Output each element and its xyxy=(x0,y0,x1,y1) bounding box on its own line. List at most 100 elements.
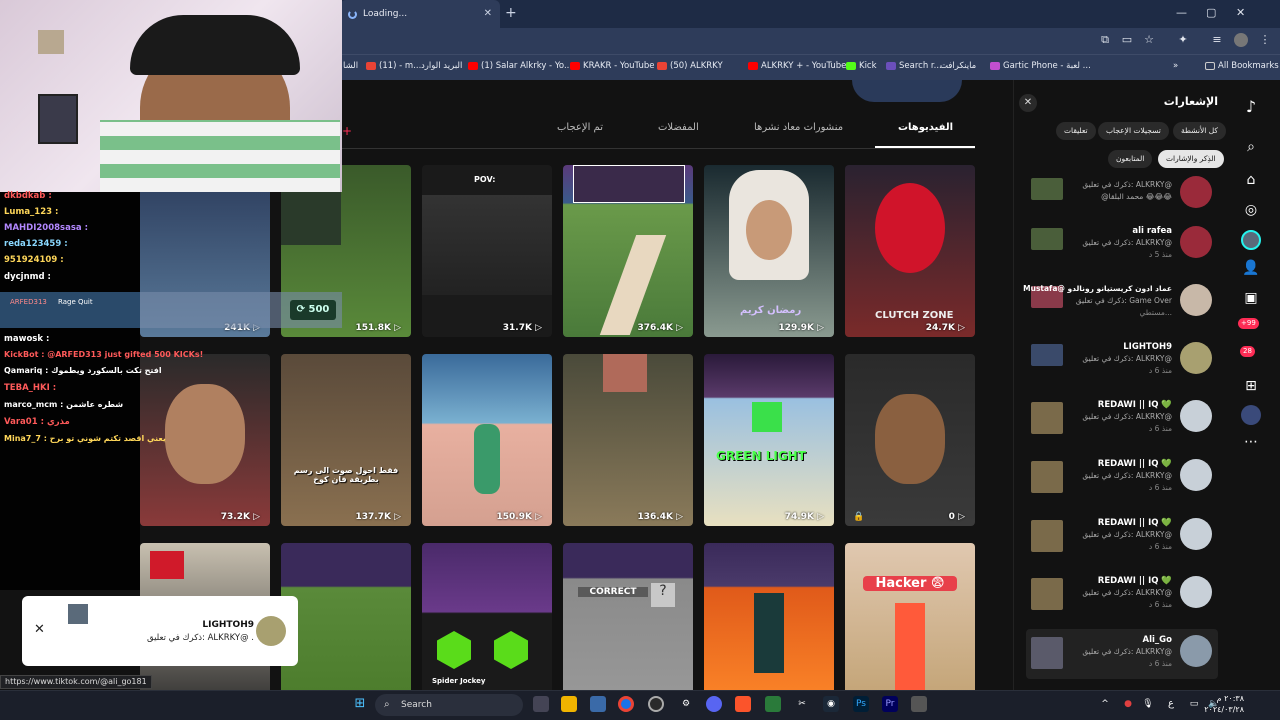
tab-liked[interactable]: تم الإعجاب xyxy=(557,122,603,133)
facecam xyxy=(573,165,685,203)
search-icon[interactable]: ⌕ xyxy=(1241,137,1261,157)
tab-reposts[interactable]: منشورات معاد نشرها xyxy=(754,122,843,133)
chip-followers[interactable]: المتابعون xyxy=(1108,150,1153,168)
bookmark-item[interactable]: (50) ALKRKY xyxy=(657,61,723,71)
video-thumbnail[interactable]: POV: 31.7K ▷ xyxy=(422,165,552,337)
notification-item[interactable]: REDAWI || IQ 💚 ذكرك في تعليق: ALKRKY@ من… xyxy=(1026,394,1218,444)
steam-icon[interactable]: ◉ xyxy=(823,696,839,712)
notification-time: منذ 6 د xyxy=(1148,366,1172,375)
bookmark-item[interactable]: KRAKR - YouTube xyxy=(570,61,654,71)
taskbar-search[interactable]: ⌕ Search xyxy=(375,694,523,716)
video-views: 73.2K ▷ xyxy=(220,512,260,522)
network-icon[interactable]: ▭ xyxy=(1186,696,1202,712)
notification-item[interactable]: ali rafea ذكرك في تعليق: ALKRKY@ منذ 5 د xyxy=(1026,220,1218,270)
notification-item[interactable]: Ali_Go ذكرك في تعليق: ALKRKY@ منذ 6 د xyxy=(1026,629,1218,679)
bookmark-item[interactable]: Kick xyxy=(846,61,877,71)
tab-close-icon[interactable]: ✕ xyxy=(484,8,492,19)
bookmark-item[interactable]: Search r... xyxy=(886,61,942,71)
video-thumbnail[interactable]: 136.4K ▷ xyxy=(563,354,693,526)
following-avatar-icon[interactable] xyxy=(1241,230,1261,250)
close-icon[interactable]: ✕ xyxy=(34,622,45,637)
bookmark-item[interactable]: Gartic Phone - لعبة ... xyxy=(990,61,1091,71)
extensions-icon[interactable]: ✦ xyxy=(1176,33,1190,47)
friends-icon[interactable]: 👤 xyxy=(1241,258,1261,278)
messages-icon[interactable] xyxy=(1241,318,1261,338)
new-tab-button[interactable]: + xyxy=(505,5,517,21)
taskbar-clock[interactable]: ٢٠:٣٨ م ٢٠٢٤/٠٣/٢٨ xyxy=(1204,693,1244,715)
chrome-icon[interactable] xyxy=(618,696,634,712)
home-icon[interactable]: ⌂ xyxy=(1241,170,1261,190)
video-thumbnail[interactable]: 150.9K ▷ xyxy=(422,354,552,526)
star-icon[interactable]: ☆ xyxy=(1142,33,1156,47)
file-explorer-icon[interactable] xyxy=(561,696,577,712)
tray-chevron-icon[interactable]: ^ xyxy=(1097,696,1113,712)
bookmark-item[interactable]: ماينكرافت xyxy=(940,61,976,71)
task-view-icon[interactable] xyxy=(533,696,549,712)
live-icon[interactable]: ▣ xyxy=(1241,288,1261,308)
gift-banner: ARFED313 Rage Quit xyxy=(0,292,140,328)
cast-icon[interactable]: ▭ xyxy=(1120,33,1134,47)
tiktok-logo-icon[interactable]: ♪ xyxy=(1241,97,1261,117)
mic-icon[interactable]: 🎙 xyxy=(1140,696,1156,712)
chip-comments[interactable]: تعليقات xyxy=(1056,122,1096,140)
profile-icon[interactable] xyxy=(1241,405,1261,425)
translate-icon[interactable]: ⧉ xyxy=(1098,33,1112,47)
video-thumbnail[interactable]: رمضان كريم 129.9K ▷ xyxy=(704,165,834,337)
menu-icon[interactable]: ⋮ xyxy=(1258,33,1272,47)
bookmark-item[interactable]: ALKRKY + - YouTube xyxy=(748,61,846,71)
bookmark-item[interactable]: الشا xyxy=(343,61,358,71)
tab-favorites[interactable]: المفضلات xyxy=(658,122,699,133)
all-bookmarks-button[interactable]: All Bookmarks xyxy=(1205,61,1279,71)
chip-mentions[interactable]: الذِكر والإشارات xyxy=(1158,150,1224,168)
browser-tab[interactable]: Loading... ✕ xyxy=(340,0,500,28)
store-icon[interactable] xyxy=(590,696,606,712)
window-maximize-button[interactable]: ▢ xyxy=(1206,6,1216,19)
discord-icon[interactable] xyxy=(706,696,722,712)
webcam-overlay xyxy=(0,0,342,192)
window-minimize-button[interactable]: — xyxy=(1176,6,1187,19)
video-thumbnail[interactable]: فقط احول صوت الى رسم بطريقة فان كوخ 137.… xyxy=(281,354,411,526)
window-close-button[interactable]: ✕ xyxy=(1236,6,1245,19)
more-icon[interactable]: ⋯ xyxy=(1241,432,1261,452)
tray-app-icon[interactable]: ● xyxy=(1120,696,1136,712)
settings-icon[interactable]: ⚙ xyxy=(678,696,694,712)
photoshop-icon[interactable]: Ps xyxy=(853,696,869,712)
bookmark-item[interactable]: البريد الوارد xyxy=(421,61,462,71)
notification-popup[interactable]: ✕ LIGHTOH9 ذكرك في تعليق: ALKRKY@ . xyxy=(22,596,298,666)
notification-item[interactable]: Mustafa@ عماد ادون كريستيانو رونالدو ذكر… xyxy=(1023,278,1218,328)
app-icon[interactable] xyxy=(911,696,927,712)
playlist-icon[interactable]: ≡ xyxy=(1210,33,1224,47)
bookmarks-more-icon[interactable]: » xyxy=(1173,61,1178,71)
bookmark-item[interactable]: (11) - m... xyxy=(366,61,421,71)
notification-item[interactable]: ذكرك في تعليق: ALKRKY@ @محمد البلقا 😂😂😂 xyxy=(1026,172,1218,222)
notification-item[interactable]: LIGHTOH9 ذكرك في تعليق: ALKRKY@ منذ 6 د xyxy=(1026,336,1218,386)
capcut-icon[interactable]: ✂ xyxy=(794,696,810,712)
premiere-icon[interactable]: Pr xyxy=(882,696,898,712)
windows-start-icon[interactable]: ⊞ xyxy=(352,696,368,712)
language-indicator[interactable]: ع xyxy=(1163,696,1179,712)
brave-icon[interactable] xyxy=(735,696,751,712)
video-thumbnail[interactable]: 376.4K ▷ xyxy=(563,165,693,337)
upload-icon[interactable]: ⊞ xyxy=(1241,376,1261,396)
path xyxy=(895,603,925,693)
video-thumbnail[interactable]: GREEN LIGHT 74.9K ▷ xyxy=(704,354,834,526)
tab-videos[interactable]: الفيديوهات xyxy=(898,122,953,133)
pig-head xyxy=(603,354,647,392)
bookmark-item[interactable]: (1) Salar Alkrky - Yo... xyxy=(468,61,572,71)
notification-text: ذكرك في تعليق: ALKRKY@ xyxy=(1082,471,1172,480)
video-thumbnail[interactable]: CLUTCH ZONE 24.7K ▷ xyxy=(845,165,975,337)
chip-all-activity[interactable]: كل الأنشطة xyxy=(1173,122,1226,140)
tab-title: Loading... xyxy=(363,9,408,19)
close-icon[interactable]: ✕ xyxy=(1019,94,1037,112)
profile-avatar-icon[interactable] xyxy=(1234,33,1248,47)
notification-item[interactable]: REDAWI || IQ 💚 ذكرك في تعليق: ALKRKY@ من… xyxy=(1026,570,1218,620)
app-icon[interactable] xyxy=(765,696,781,712)
scene xyxy=(422,195,552,295)
explore-icon[interactable]: ◎ xyxy=(1241,200,1261,220)
notification-item[interactable]: REDAWI || IQ 💚 ذكرك في تعليق: ALKRKY@ من… xyxy=(1026,453,1218,503)
video-thumbnail[interactable]: 🔒 0 ▷ xyxy=(845,354,975,526)
question-icon: ? xyxy=(651,583,675,607)
obs-icon[interactable] xyxy=(648,696,664,712)
chip-likes[interactable]: تسجيلات الإعجاب xyxy=(1098,122,1169,140)
notification-item[interactable]: REDAWI || IQ 💚 ذكرك في تعليق: ALKRKY@ من… xyxy=(1026,512,1218,562)
